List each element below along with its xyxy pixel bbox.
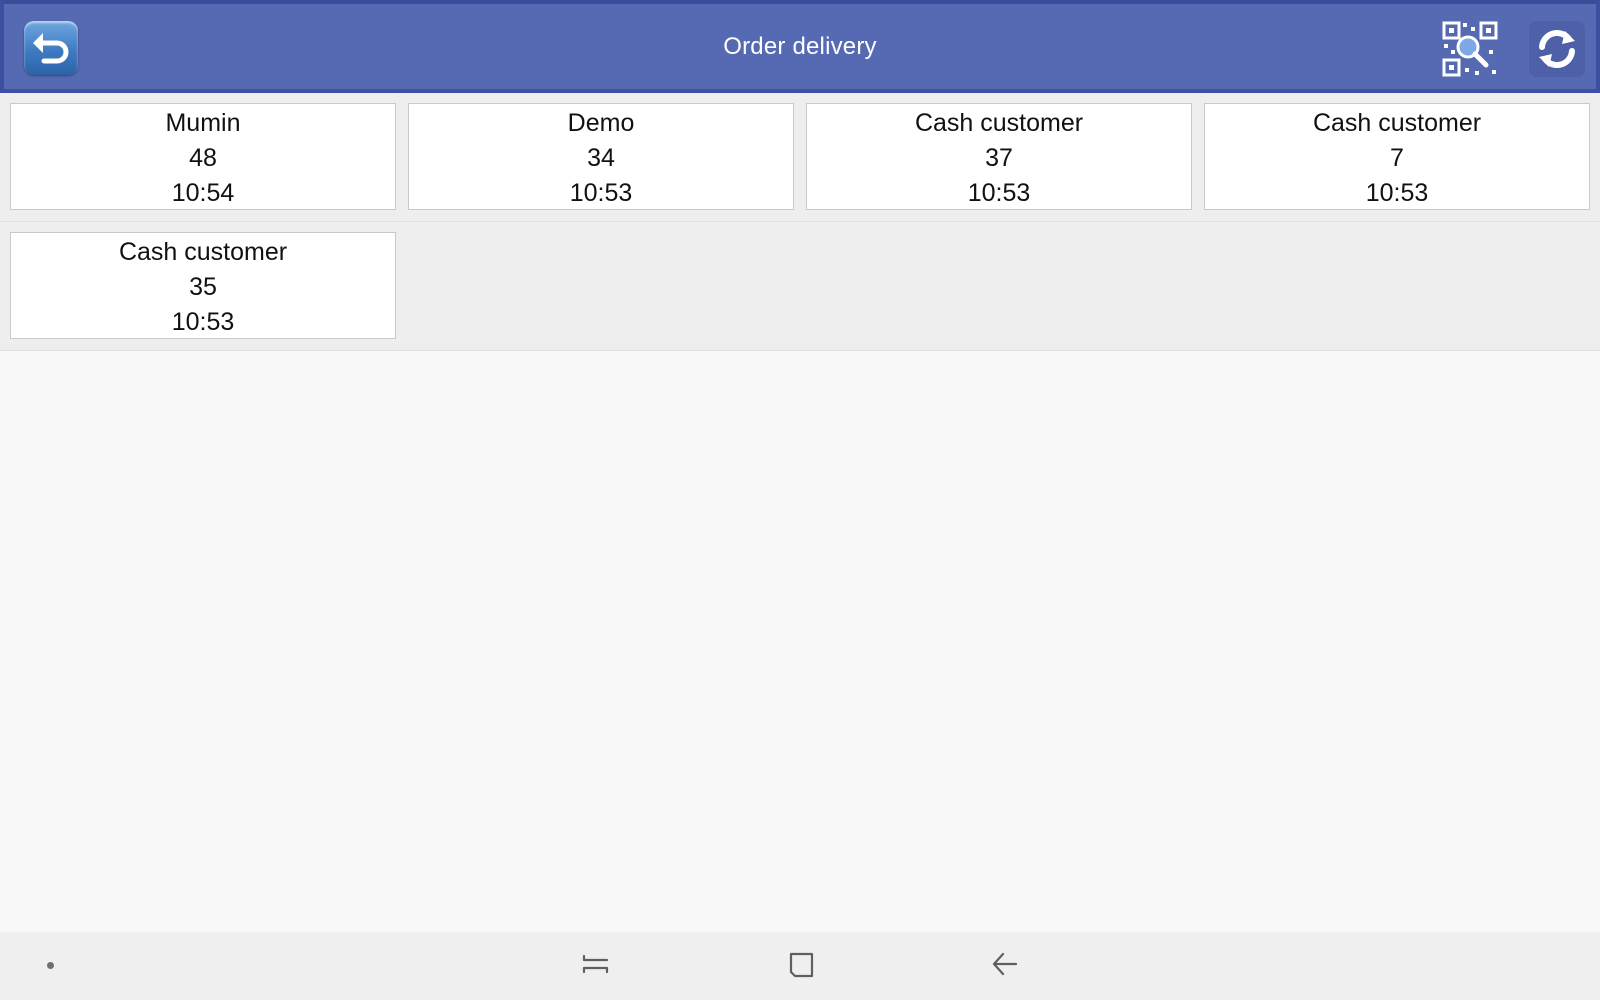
refresh-icon [1539,30,1575,68]
page-title: Order delivery [723,33,877,60]
order-time: 10:53 [967,179,1031,207]
order-row: Mumin 48 10:54 Demo 34 10:53 Cash custom… [0,93,1600,222]
order-time: 10:54 [171,179,235,207]
qr-search-icon [1442,21,1498,77]
order-row: Cash customer 35 10:53 [0,222,1600,351]
order-number: 34 [587,144,615,172]
back-nav-button[interactable] [983,946,1027,986]
order-time: 10:53 [569,179,633,207]
system-nav-bar [0,932,1600,1000]
order-card[interactable]: Demo 34 10:53 [408,103,794,210]
order-customer: Cash customer [118,238,288,266]
order-customer: Mumin [165,109,241,137]
order-card[interactable]: Mumin 48 10:54 [10,103,396,210]
order-card[interactable]: Cash customer 7 10:53 [1204,103,1590,210]
order-number: 37 [985,144,1013,172]
recent-apps-icon [582,954,609,974]
order-time: 10:53 [171,308,235,336]
order-card[interactable]: Cash customer 35 10:53 [10,232,396,339]
qr-scan-button[interactable] [1441,20,1499,78]
order-customer: Cash customer [1312,109,1482,137]
home-button[interactable] [779,946,823,986]
order-grid: Mumin 48 10:54 Demo 34 10:53 Cash custom… [0,93,1600,351]
order-delivery-screen: Order delivery Mumin 48 10:54 Demo 34 10… [0,0,1600,1000]
order-number: 48 [189,144,217,172]
refresh-button[interactable] [1529,21,1585,77]
order-number: 7 [1390,144,1404,172]
recent-apps-button[interactable] [574,946,618,986]
order-number: 35 [189,273,217,301]
order-time: 10:53 [1365,179,1429,207]
order-customer: Cash customer [914,109,1084,137]
home-icon [789,952,814,978]
header-bar: Order delivery [0,0,1600,93]
back-nav-icon [992,952,1018,976]
order-customer: Demo [567,109,635,137]
order-card[interactable]: Cash customer 37 10:53 [806,103,1192,210]
dot-indicator-icon [47,962,54,969]
